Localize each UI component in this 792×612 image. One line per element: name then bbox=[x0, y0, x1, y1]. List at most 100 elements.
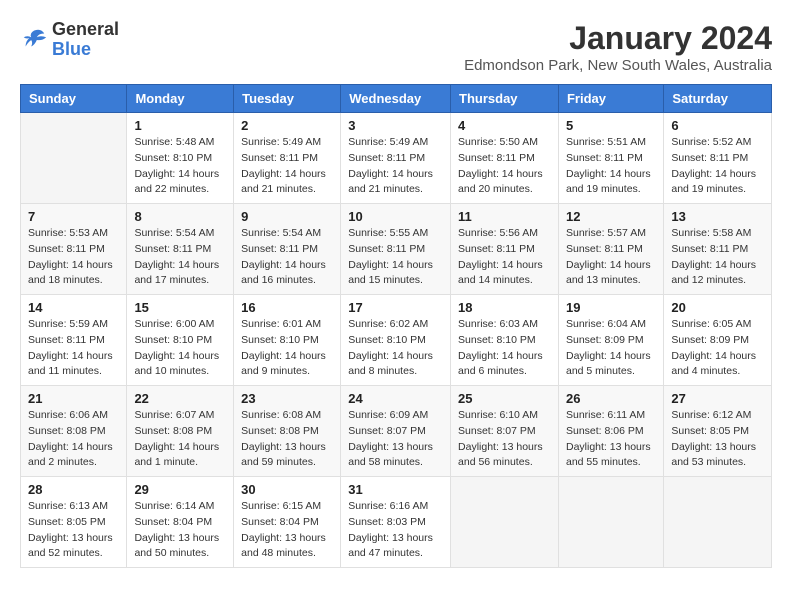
calendar-cell: 17 Sunrise: 6:02 AMSunset: 8:10 PMDayligh… bbox=[341, 295, 451, 386]
day-number: 24 bbox=[348, 391, 443, 406]
day-number: 21 bbox=[28, 391, 119, 406]
day-number: 17 bbox=[348, 300, 443, 315]
day-number: 14 bbox=[28, 300, 119, 315]
day-info: Sunrise: 5:55 AMSunset: 8:11 PMDaylight:… bbox=[348, 226, 443, 289]
logo: General Blue bbox=[20, 20, 119, 60]
calendar-week-row: 14 Sunrise: 5:59 AMSunset: 8:11 PMDayligh… bbox=[21, 295, 772, 386]
day-number: 8 bbox=[134, 209, 226, 224]
subtitle: Edmondson Park, New South Wales, Austral… bbox=[464, 57, 772, 74]
calendar-cell: 28Sunrise: 6:13 AMSunset: 8:05 PMDayligh… bbox=[21, 477, 127, 568]
day-number: 20 bbox=[671, 300, 764, 315]
day-info: Sunrise: 6:12 AMSunset: 8:05 PMDaylight:… bbox=[671, 408, 764, 471]
calendar-header-row: SundayMondayTuesdayWednesdayThursdayFrid… bbox=[21, 85, 772, 113]
day-info: Sunrise: 5:56 AMSunset: 8:11 PMDaylight:… bbox=[458, 226, 551, 289]
day-number: 4 bbox=[458, 118, 551, 133]
calendar-cell: 7 Sunrise: 5:53 AMSunset: 8:11 PMDaylight… bbox=[21, 204, 127, 295]
day-number: 22 bbox=[134, 391, 226, 406]
title-block: January 2024 Edmondson Park, New South W… bbox=[464, 20, 772, 74]
day-info: Sunrise: 6:00 AMSunset: 8:10 PMDaylight:… bbox=[134, 317, 226, 380]
calendar-cell bbox=[21, 113, 127, 204]
calendar-cell: 8 Sunrise: 5:54 AMSunset: 8:11 PMDaylight… bbox=[127, 204, 234, 295]
day-number: 31 bbox=[348, 482, 443, 497]
day-info: Sunrise: 6:04 AMSunset: 8:09 PMDaylight:… bbox=[566, 317, 656, 380]
day-info: Sunrise: 5:54 AMSunset: 8:11 PMDaylight:… bbox=[241, 226, 333, 289]
day-info: Sunrise: 6:02 AMSunset: 8:10 PMDaylight:… bbox=[348, 317, 443, 380]
calendar-cell bbox=[558, 477, 663, 568]
day-info: Sunrise: 5:50 AMSunset: 8:11 PMDaylight:… bbox=[458, 135, 551, 198]
logo-blue: Blue bbox=[52, 40, 119, 60]
calendar-cell: 5Sunrise: 5:51 AMSunset: 8:11 PMDaylight… bbox=[558, 113, 663, 204]
calendar-cell: 6 Sunrise: 5:52 AMSunset: 8:11 PMDaylight… bbox=[664, 113, 772, 204]
day-number: 29 bbox=[134, 482, 226, 497]
day-info: Sunrise: 5:57 AMSunset: 8:11 PMDaylight:… bbox=[566, 226, 656, 289]
calendar-cell: 15Sunrise: 6:00 AMSunset: 8:10 PMDayligh… bbox=[127, 295, 234, 386]
calendar-cell bbox=[664, 477, 772, 568]
day-info: Sunrise: 5:59 AMSunset: 8:11 PMDaylight:… bbox=[28, 317, 119, 380]
logo-bird-icon bbox=[20, 26, 48, 54]
column-header-tuesday: Tuesday bbox=[234, 85, 341, 113]
calendar-cell: 21 Sunrise: 6:06 AMSunset: 8:08 PMDayligh… bbox=[21, 386, 127, 477]
day-number: 27 bbox=[671, 391, 764, 406]
calendar-cell: 9 Sunrise: 5:54 AMSunset: 8:11 PMDaylight… bbox=[234, 204, 341, 295]
day-number: 6 bbox=[671, 118, 764, 133]
day-info: Sunrise: 5:51 AMSunset: 8:11 PMDaylight:… bbox=[566, 135, 656, 198]
day-info: Sunrise: 6:16 AMSunset: 8:03 PMDaylight:… bbox=[348, 499, 443, 562]
calendar-cell: 18 Sunrise: 6:03 AMSunset: 8:10 PMDayligh… bbox=[451, 295, 559, 386]
day-number: 28 bbox=[28, 482, 119, 497]
calendar-cell: 1Sunrise: 5:48 AMSunset: 8:10 PMDaylight… bbox=[127, 113, 234, 204]
day-info: Sunrise: 6:07 AMSunset: 8:08 PMDaylight:… bbox=[134, 408, 226, 471]
calendar-cell: 12 Sunrise: 5:57 AMSunset: 8:11 PMDayligh… bbox=[558, 204, 663, 295]
calendar-cell: 16Sunrise: 6:01 AMSunset: 8:10 PMDayligh… bbox=[234, 295, 341, 386]
day-info: Sunrise: 5:52 AMSunset: 8:11 PMDaylight:… bbox=[671, 135, 764, 198]
calendar-cell: 30Sunrise: 6:15 AMSunset: 8:04 PMDayligh… bbox=[234, 477, 341, 568]
logo-text: General Blue bbox=[52, 20, 119, 60]
day-number: 11 bbox=[458, 209, 551, 224]
day-info: Sunrise: 6:01 AMSunset: 8:10 PMDaylight:… bbox=[241, 317, 333, 380]
calendar-cell: 22 Sunrise: 6:07 AMSunset: 8:08 PMDayligh… bbox=[127, 386, 234, 477]
calendar-cell bbox=[451, 477, 559, 568]
calendar-cell: 3Sunrise: 5:49 AMSunset: 8:11 PMDaylight… bbox=[341, 113, 451, 204]
day-info: Sunrise: 5:49 AMSunset: 8:11 PMDaylight:… bbox=[241, 135, 333, 198]
day-info: Sunrise: 6:05 AMSunset: 8:09 PMDaylight:… bbox=[671, 317, 764, 380]
page-header: General Blue January 2024 Edmondson Park… bbox=[20, 20, 772, 74]
day-info: Sunrise: 5:54 AMSunset: 8:11 PMDaylight:… bbox=[134, 226, 226, 289]
day-info: Sunrise: 6:09 AMSunset: 8:07 PMDaylight:… bbox=[348, 408, 443, 471]
day-info: Sunrise: 6:03 AMSunset: 8:10 PMDaylight:… bbox=[458, 317, 551, 380]
calendar-table: SundayMondayTuesdayWednesdayThursdayFrid… bbox=[20, 84, 772, 568]
day-number: 12 bbox=[566, 209, 656, 224]
calendar-cell: 10Sunrise: 5:55 AMSunset: 8:11 PMDayligh… bbox=[341, 204, 451, 295]
day-number: 9 bbox=[241, 209, 333, 224]
calendar-cell: 11 Sunrise: 5:56 AMSunset: 8:11 PMDayligh… bbox=[451, 204, 559, 295]
column-header-friday: Friday bbox=[558, 85, 663, 113]
day-info: Sunrise: 5:58 AMSunset: 8:11 PMDaylight:… bbox=[671, 226, 764, 289]
day-info: Sunrise: 5:49 AMSunset: 8:11 PMDaylight:… bbox=[348, 135, 443, 198]
calendar-cell: 31 Sunrise: 6:16 AMSunset: 8:03 PMDayligh… bbox=[341, 477, 451, 568]
column-header-sunday: Sunday bbox=[21, 85, 127, 113]
day-info: Sunrise: 6:06 AMSunset: 8:08 PMDaylight:… bbox=[28, 408, 119, 471]
day-info: Sunrise: 5:53 AMSunset: 8:11 PMDaylight:… bbox=[28, 226, 119, 289]
day-info: Sunrise: 6:11 AMSunset: 8:06 PMDaylight:… bbox=[566, 408, 656, 471]
calendar-cell: 25 Sunrise: 6:10 AMSunset: 8:07 PMDayligh… bbox=[451, 386, 559, 477]
day-number: 26 bbox=[566, 391, 656, 406]
day-info: Sunrise: 6:10 AMSunset: 8:07 PMDaylight:… bbox=[458, 408, 551, 471]
day-info: Sunrise: 6:08 AMSunset: 8:08 PMDaylight:… bbox=[241, 408, 333, 471]
calendar-cell: 24 Sunrise: 6:09 AMSunset: 8:07 PMDayligh… bbox=[341, 386, 451, 477]
calendar-cell: 29 Sunrise: 6:14 AMSunset: 8:04 PMDayligh… bbox=[127, 477, 234, 568]
calendar-week-row: 21 Sunrise: 6:06 AMSunset: 8:08 PMDayligh… bbox=[21, 386, 772, 477]
calendar-cell: 23Sunrise: 6:08 AMSunset: 8:08 PMDayligh… bbox=[234, 386, 341, 477]
day-number: 7 bbox=[28, 209, 119, 224]
calendar-cell: 20 Sunrise: 6:05 AMSunset: 8:09 PMDayligh… bbox=[664, 295, 772, 386]
day-number: 25 bbox=[458, 391, 551, 406]
logo-general: General bbox=[52, 20, 119, 40]
calendar-cell: 19Sunrise: 6:04 AMSunset: 8:09 PMDayligh… bbox=[558, 295, 663, 386]
day-number: 13 bbox=[671, 209, 764, 224]
column-header-thursday: Thursday bbox=[451, 85, 559, 113]
calendar-cell: 27 Sunrise: 6:12 AMSunset: 8:05 PMDayligh… bbox=[664, 386, 772, 477]
calendar-cell: 26 Sunrise: 6:11 AMSunset: 8:06 PMDayligh… bbox=[558, 386, 663, 477]
day-number: 18 bbox=[458, 300, 551, 315]
main-title: January 2024 bbox=[464, 20, 772, 57]
day-info: Sunrise: 6:14 AMSunset: 8:04 PMDaylight:… bbox=[134, 499, 226, 562]
column-header-monday: Monday bbox=[127, 85, 234, 113]
column-header-wednesday: Wednesday bbox=[341, 85, 451, 113]
calendar-cell: 2Sunrise: 5:49 AMSunset: 8:11 PMDaylight… bbox=[234, 113, 341, 204]
